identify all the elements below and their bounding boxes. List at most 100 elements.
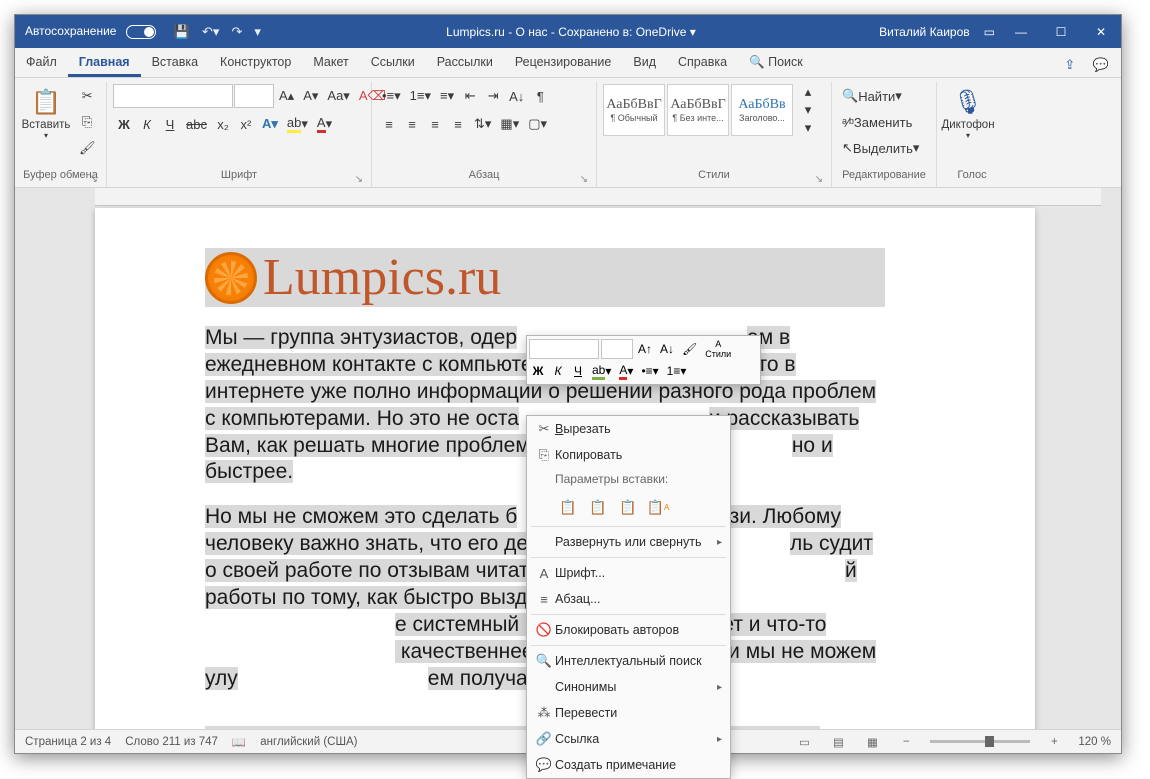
tab-view[interactable]: Вид	[622, 47, 667, 77]
styles-more[interactable]: ▾	[797, 120, 819, 136]
italic-button[interactable]: К	[136, 112, 158, 136]
paste-button[interactable]: 📋 Вставить ▾	[21, 84, 71, 144]
mini-italic[interactable]: К	[549, 361, 567, 381]
zoom-level[interactable]: 120 %	[1078, 736, 1111, 748]
tab-insert[interactable]: Вставка	[141, 47, 209, 77]
bold-button[interactable]: Ж	[113, 112, 135, 136]
style-heading1[interactable]: АаБбВвЗаголово...	[731, 84, 793, 136]
dictate-button[interactable]: 🎙 Диктофон ▾	[943, 84, 993, 144]
close-button[interactable]: ✕	[1081, 15, 1121, 48]
paragraph-launcher-icon[interactable]: ↘	[580, 174, 588, 185]
mini-format-painter[interactable]: 🖌	[679, 339, 700, 359]
clipboard-launcher-icon[interactable]: ↘	[90, 174, 98, 185]
format-painter-button[interactable]: 🖌	[75, 136, 100, 160]
multilevel-button[interactable]: ≡▾	[436, 84, 458, 108]
save-icon[interactable]: 💾	[174, 24, 190, 40]
styles-gallery[interactable]: АаБбВвГ¶ Обычный АаБбВвГ¶ Без инте... Аа…	[603, 84, 793, 136]
numbering-button[interactable]: 1≡▾	[406, 84, 435, 108]
ctx-smart-lookup[interactable]: 🔍Интеллектуальный поиск	[527, 648, 730, 674]
tab-mailings[interactable]: Рассылки	[426, 47, 504, 77]
tab-help[interactable]: Справка	[667, 47, 738, 77]
decrease-indent-button[interactable]: ⇤	[459, 84, 481, 108]
qat-more-icon[interactable]: ▾	[254, 24, 261, 40]
grow-font-button[interactable]: A▴	[275, 84, 298, 108]
line-spacing-button[interactable]: ⇅▾	[470, 112, 495, 136]
tab-home[interactable]: Главная	[68, 47, 141, 77]
tab-design[interactable]: Конструктор	[209, 47, 302, 77]
strike-button[interactable]: abc	[182, 112, 211, 136]
justify-button[interactable]: ≡	[447, 112, 469, 136]
mini-font-color[interactable]: A▾	[616, 361, 636, 381]
font-size-combo[interactable]	[234, 84, 274, 108]
select-button[interactable]: ↖ Выделить ▾	[838, 136, 930, 160]
ctx-copy[interactable]: ⎘Копировать	[527, 442, 730, 468]
ctx-block-authors[interactable]: 🚫Блокировать авторов	[527, 617, 730, 643]
sort-button[interactable]: A↓	[505, 84, 528, 108]
ctx-cut[interactable]: ✂ВВырезатьырезать	[527, 416, 730, 442]
mini-styles[interactable]: AСтили	[702, 339, 734, 359]
highlight-button[interactable]: ab▾	[283, 112, 312, 136]
redo-icon[interactable]: ↷	[231, 24, 242, 40]
tab-review[interactable]: Рецензирование	[504, 47, 623, 77]
autosave-toggle[interactable]: Автосохранение	[15, 24, 166, 39]
ctx-link[interactable]: 🔗Ссылка▸	[527, 726, 730, 752]
mini-highlight[interactable]: ab▾	[589, 361, 614, 381]
zoom-out-button[interactable]: −	[896, 736, 916, 748]
paste-merge[interactable]: 📋	[585, 494, 611, 520]
align-left-button[interactable]: ≡	[378, 112, 400, 136]
toggle-switch-icon[interactable]	[126, 25, 156, 39]
undo-icon[interactable]: ↶▾	[202, 24, 219, 40]
align-right-button[interactable]: ≡	[424, 112, 446, 136]
shrink-font-button[interactable]: A▾	[299, 84, 322, 108]
find-button[interactable]: 🔍 Найти ▾	[838, 84, 930, 108]
style-normal[interactable]: АаБбВвГ¶ Обычный	[603, 84, 665, 136]
zoom-in-button[interactable]: +	[1044, 736, 1064, 748]
comments-button[interactable]: 💬	[1089, 53, 1113, 77]
shading-button[interactable]: ▦▾	[496, 112, 523, 136]
ctx-paragraph[interactable]: ≡Абзац...	[527, 586, 730, 612]
style-nospacing[interactable]: АаБбВвГ¶ Без инте...	[667, 84, 729, 136]
bullets-button[interactable]: •≡▾	[378, 84, 405, 108]
show-marks-button[interactable]: ¶	[529, 84, 551, 108]
mini-font-family[interactable]	[529, 339, 599, 359]
horizontal-ruler[interactable]	[95, 188, 1101, 206]
font-launcher-icon[interactable]: ↘	[355, 174, 363, 185]
underline-button[interactable]: Ч	[159, 112, 181, 136]
zoom-slider[interactable]	[930, 740, 1030, 743]
read-mode-icon[interactable]: ▭	[794, 735, 814, 749]
paste-keep-source[interactable]: 📋	[555, 494, 581, 520]
mini-bullets[interactable]: •≡▾	[638, 361, 661, 381]
paste-picture[interactable]: 📋	[615, 494, 641, 520]
borders-button[interactable]: ▢▾	[524, 112, 551, 136]
mini-font-size[interactable]	[601, 339, 633, 359]
copy-button[interactable]: ⎘	[75, 110, 100, 134]
search-box[interactable]: 🔍 Поиск	[738, 47, 814, 77]
superscript-button[interactable]: x²	[235, 112, 257, 136]
ribbon-display-icon[interactable]: ▭	[984, 25, 995, 39]
tab-file[interactable]: Файл	[15, 47, 68, 77]
paste-text-only[interactable]: 📋A	[645, 494, 671, 520]
ctx-new-comment[interactable]: 💬Создать примечание	[527, 752, 730, 778]
change-case-button[interactable]: Aa▾	[323, 84, 353, 108]
increase-indent-button[interactable]: ⇥	[482, 84, 504, 108]
font-color-button[interactable]: A▾	[313, 112, 336, 136]
ctx-expand-collapse[interactable]: Развернуть или свернуть▸	[527, 529, 730, 555]
mini-shrink-font[interactable]: A↓	[657, 339, 677, 359]
mini-numbering[interactable]: 1≡▾	[664, 361, 690, 381]
language-indicator[interactable]: английский (США)	[260, 736, 357, 748]
text-effects-button[interactable]: A▾	[258, 112, 282, 136]
styles-scroll-up[interactable]: ▴	[797, 84, 819, 100]
ctx-font[interactable]: AШрифт...	[527, 560, 730, 586]
web-layout-icon[interactable]: ▦	[862, 735, 882, 749]
word-count[interactable]: Слово 211 из 747	[125, 736, 218, 748]
logo-heading[interactable]: Lumpics.ru	[205, 248, 885, 307]
subscript-button[interactable]: x₂	[212, 112, 234, 136]
maximize-button[interactable]: ☐	[1041, 15, 1081, 48]
tab-references[interactable]: Ссылки	[360, 47, 426, 77]
cut-button[interactable]: ✂	[75, 84, 100, 108]
align-center-button[interactable]: ≡	[401, 112, 423, 136]
share-button[interactable]: ⇪	[1059, 53, 1081, 77]
print-layout-icon[interactable]: ▤	[828, 735, 848, 749]
tab-layout[interactable]: Макет	[302, 47, 359, 77]
styles-launcher-icon[interactable]: ↘	[815, 174, 823, 185]
